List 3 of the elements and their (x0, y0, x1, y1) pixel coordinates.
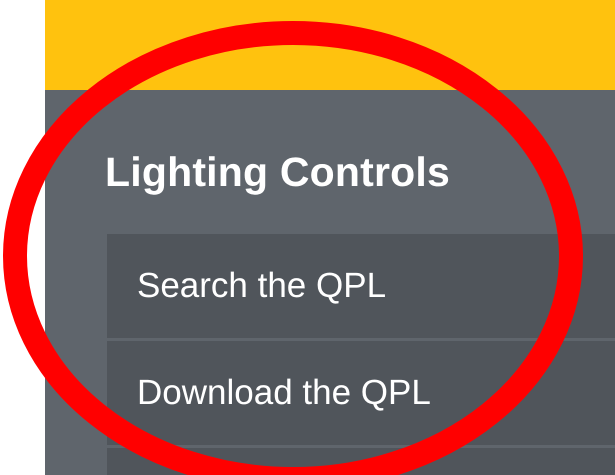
menu-item[interactable]: Download the QPL (107, 341, 615, 445)
section-title: Lighting Controls (105, 148, 451, 197)
menu-item[interactable]: Search the QPL (107, 234, 615, 338)
